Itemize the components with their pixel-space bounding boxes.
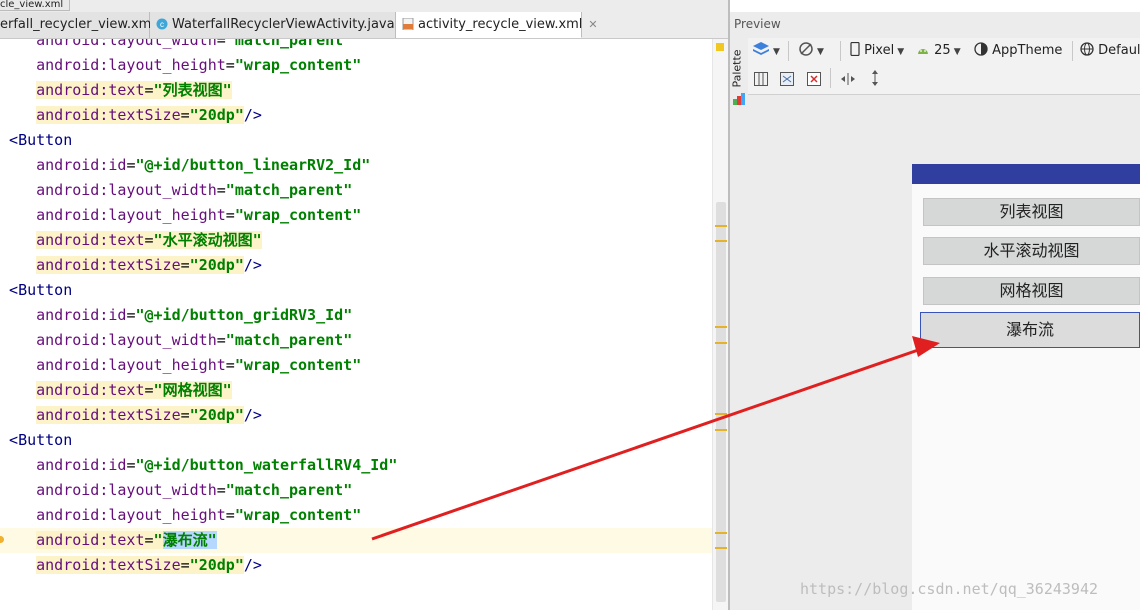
arrow-line xyxy=(371,346,925,541)
annotation-arrow xyxy=(371,336,940,541)
arrow-head xyxy=(912,336,940,357)
watermark: https://blog.csdn.net/qq_36243942 xyxy=(800,580,1099,598)
